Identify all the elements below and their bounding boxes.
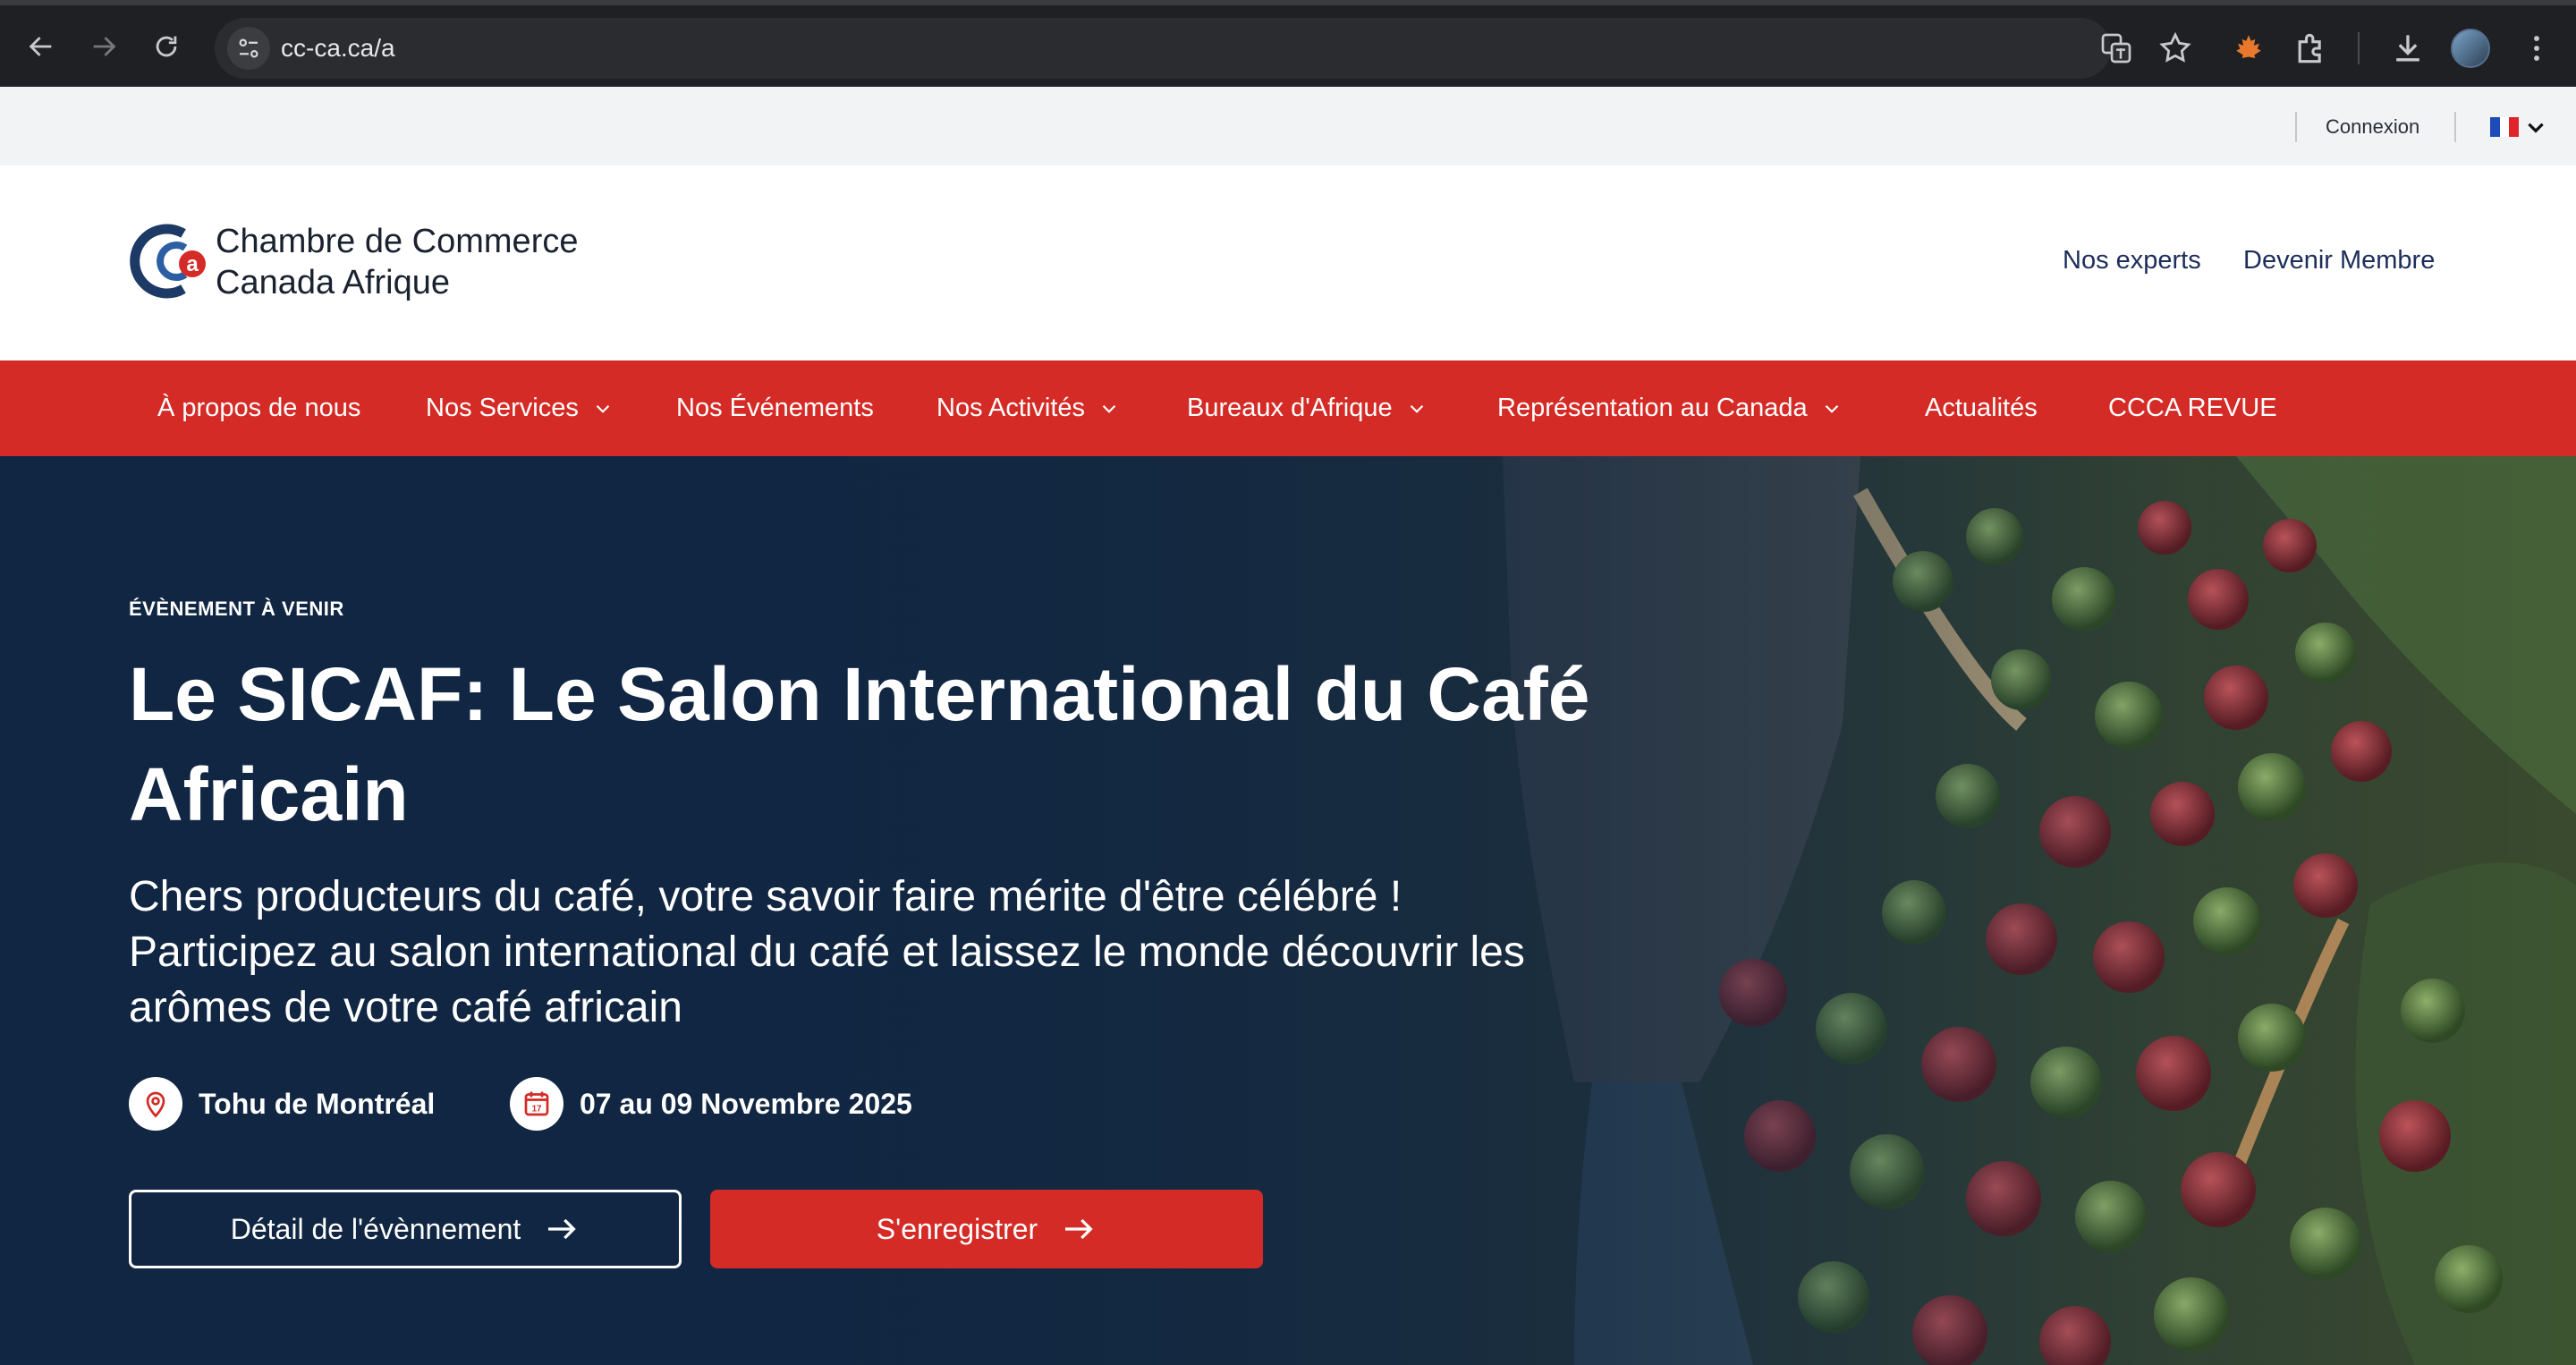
extensions-puzzle-icon[interactable]	[2292, 29, 2331, 68]
nav-item-services[interactable]: Nos Services	[426, 360, 614, 456]
svg-text:a: a	[186, 252, 199, 276]
location-pin-icon	[129, 1077, 182, 1131]
hero-banner: ÉVÈNEMENT À VENIR Le SICAF: Le Salon Int…	[0, 456, 2576, 1365]
chevron-down-icon	[596, 404, 610, 413]
logo-line2: Canada Afrique	[216, 264, 450, 301]
event-dates: 17 07 au 09 Novembre 2025	[510, 1077, 912, 1131]
bookmark-star-icon[interactable]	[2157, 30, 2193, 66]
toolbar-separator	[2358, 32, 2360, 64]
utility-bar: Connexion	[0, 87, 2576, 165]
nav-item-label: Nos Activités	[936, 394, 1085, 422]
svg-text:17: 17	[532, 1104, 542, 1114]
register-button[interactable]: S'enregistrer	[710, 1190, 1263, 1268]
nav-item-ccca-revue[interactable]: CCCA REVUE	[2108, 360, 2277, 456]
nav-item-bureaux[interactable]: Bureaux d'Afrique	[1187, 360, 1428, 456]
login-link[interactable]: Connexion	[2326, 112, 2419, 142]
logo-line1: Chambre de Commerce	[216, 223, 579, 260]
forward-icon[interactable]	[84, 27, 123, 66]
translate-icon[interactable]	[2098, 30, 2134, 66]
download-icon[interactable]	[2388, 29, 2428, 68]
nav-item-a-propos[interactable]: À propos de nous	[157, 360, 360, 456]
extension-maple-icon[interactable]	[2229, 29, 2268, 68]
browser-toolbar: cc-ca.ca/a	[0, 0, 2576, 87]
more-menu-icon[interactable]	[2517, 29, 2556, 68]
logo-text[interactable]: Chambre de Commerce Canada Afrique	[216, 221, 578, 303]
nos-experts-link[interactable]: Nos experts	[2063, 246, 2201, 276]
language-selector[interactable]	[2490, 114, 2547, 140]
arrow-right-icon	[1065, 1218, 1093, 1240]
site-header: a Chambre de Commerce Canada Afrique Nos…	[0, 165, 2576, 360]
reload-icon[interactable]	[147, 27, 186, 66]
nav-item-evenements[interactable]: Nos Événements	[676, 360, 874, 456]
location-text: Tohu de Montréal	[199, 1087, 436, 1120]
hero-title: Le SICAF: Le Salon International du Café…	[129, 652, 1590, 836]
nav-item-label: Nos Événements	[676, 394, 874, 422]
back-icon[interactable]	[21, 27, 61, 66]
chevron-down-icon	[1825, 404, 1838, 413]
logo-icon[interactable]: a	[130, 221, 210, 301]
nav-item-label: CCCA REVUE	[2108, 394, 2277, 422]
nav-item-label: Représentation au Canada	[1497, 394, 1808, 422]
nav-item-label: Nos Services	[426, 394, 579, 422]
site-info-icon[interactable]	[227, 27, 270, 70]
nav-item-label: Actualités	[1925, 394, 2038, 422]
devenir-membre-link[interactable]: Devenir Membre	[2243, 246, 2435, 276]
divider	[2295, 112, 2297, 142]
main-navigation: À propos de nous Nos Services Nos Événem…	[0, 360, 2576, 456]
nav-item-actualites[interactable]: Actualités	[1925, 360, 2038, 456]
event-location: Tohu de Montréal	[129, 1077, 435, 1131]
address-bar[interactable]: cc-ca.ca/a	[215, 18, 2191, 79]
divider	[2454, 112, 2456, 142]
nav-item-activites[interactable]: Nos Activités	[936, 360, 1121, 456]
nav-item-label: À propos de nous	[157, 394, 361, 422]
event-eyebrow: ÉVÈNEMENT À VENIR	[129, 598, 344, 620]
nav-item-label: Bureaux d'Afrique	[1187, 394, 1393, 422]
france-flag-icon	[2490, 117, 2520, 137]
button-label: Détail de l'évènnement	[230, 1212, 521, 1245]
event-detail-button[interactable]: Détail de l'évènnement	[129, 1190, 682, 1268]
chevron-down-icon	[1102, 404, 1116, 413]
hero-description: Chers producteurs du café, votre savoir …	[129, 873, 1525, 1031]
url-text[interactable]: cc-ca.ca/a	[281, 18, 395, 79]
chevron-down-icon	[1410, 404, 1423, 413]
button-label: S'enregistrer	[876, 1212, 1038, 1245]
chevron-down-icon	[2528, 123, 2544, 133]
arrow-right-icon	[548, 1218, 576, 1240]
dates-text: 07 au 09 Novembre 2025	[580, 1087, 912, 1120]
nav-item-representation[interactable]: Représentation au Canada	[1497, 360, 1843, 456]
calendar-icon: 17	[510, 1077, 564, 1131]
profile-avatar[interactable]	[2451, 29, 2490, 68]
